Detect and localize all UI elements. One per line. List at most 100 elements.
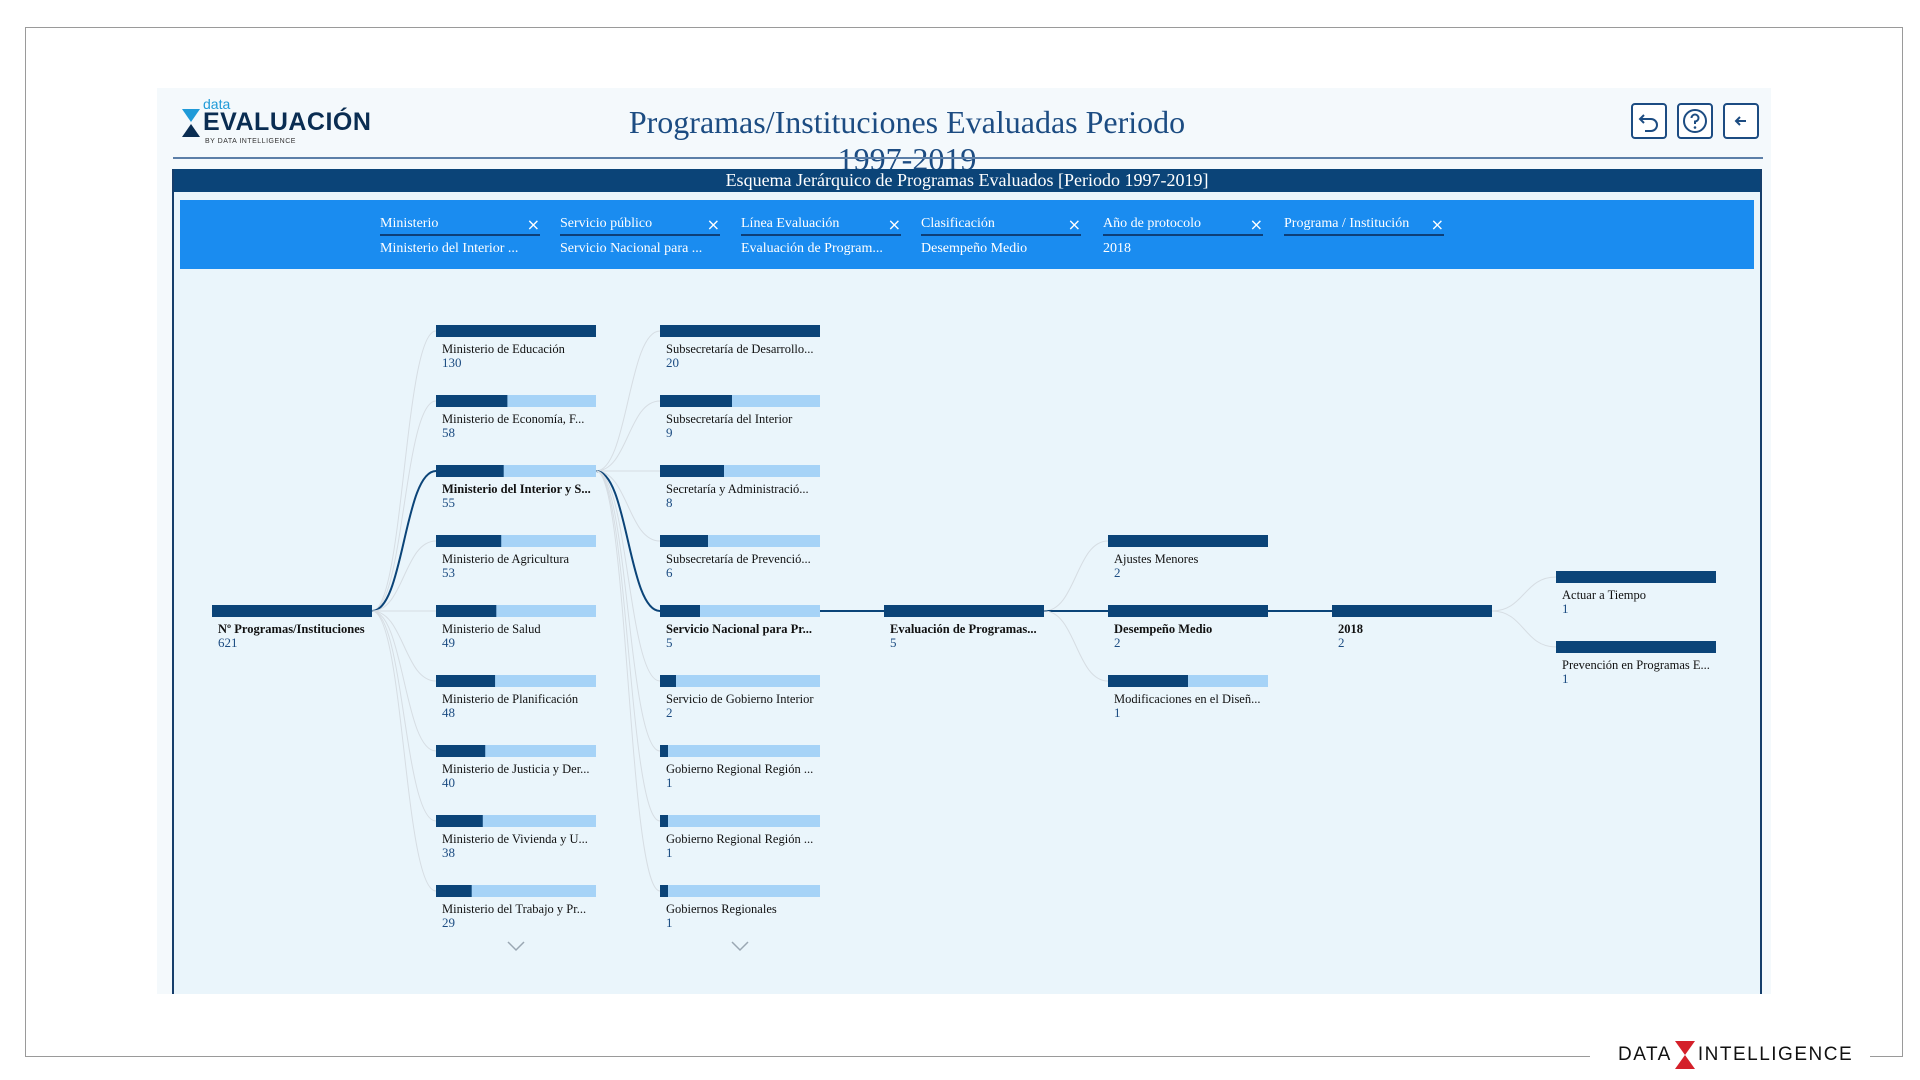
footer-brand-left: DATA xyxy=(1618,1044,1672,1065)
bar-fill xyxy=(660,395,732,407)
tree-node[interactable]: Subsecretaría de Prevenció...6 xyxy=(660,535,820,580)
undo-button[interactable] xyxy=(1631,103,1667,139)
tree-node[interactable]: Subsecretaría del Interior9 xyxy=(660,395,820,440)
tree-node[interactable]: Ministerio de Planificación48 xyxy=(436,675,596,720)
node-label: Subsecretaría de Prevenció... xyxy=(666,552,811,566)
tree-node[interactable]: Ministerio de Justicia y Der...40 xyxy=(436,745,596,790)
node-value: 5 xyxy=(666,635,673,650)
node-label: Secretaría y Administració... xyxy=(666,482,809,496)
tree-link xyxy=(1043,610,1109,682)
bar-fill xyxy=(436,605,497,617)
node-label: Servicio de Gobierno Interior xyxy=(666,692,814,706)
node-label: Evaluación de Programas... xyxy=(890,622,1037,636)
tree-node[interactable]: Actuar a Tiempo1 xyxy=(1556,571,1716,616)
chevron-down-icon[interactable] xyxy=(731,941,749,952)
node-value: 8 xyxy=(666,495,673,510)
tree-node[interactable]: Ministerio de Educación130 xyxy=(436,325,596,370)
node-label: Ministerio de Agricultura xyxy=(442,552,570,566)
bar-fill xyxy=(1556,571,1716,583)
node-label: Gobiernos Regionales xyxy=(666,902,777,916)
chevron-down-icon[interactable] xyxy=(507,941,525,952)
active-link xyxy=(371,470,437,612)
clear-filter-icon[interactable]: × xyxy=(1250,215,1263,234)
tree-node[interactable]: Ministerio de Agricultura53 xyxy=(436,535,596,580)
bar-fill xyxy=(1332,605,1492,617)
clear-filter-icon[interactable]: × xyxy=(707,215,720,234)
bar-fill xyxy=(660,605,700,617)
tree-node[interactable]: Desempeño Medio2 xyxy=(1108,605,1268,650)
node-label: Desempeño Medio xyxy=(1114,622,1212,636)
back-arrow-icon xyxy=(1734,116,1746,126)
filter-value: 2018 xyxy=(1103,241,1131,256)
tree-node[interactable]: Ministerio del Trabajo y Pr...29 xyxy=(436,885,596,930)
node-value: 40 xyxy=(442,775,455,790)
bar-track xyxy=(660,885,820,897)
bar-fill xyxy=(436,465,504,477)
bar-fill xyxy=(660,675,676,687)
filter-5[interactable]: Año de protocolo × 2018 xyxy=(1103,215,1263,257)
filter-label: Clasificación xyxy=(921,216,1081,236)
back-button[interactable] xyxy=(1723,103,1759,139)
node-value: 49 xyxy=(442,635,455,650)
tree-link xyxy=(1491,576,1557,612)
clear-filter-icon[interactable]: × xyxy=(1431,215,1444,234)
filter-1[interactable]: Ministerio × Ministerio del Interior ... xyxy=(380,215,540,257)
tree-node[interactable]: Gobierno Regional Región ...1 xyxy=(660,745,820,790)
tree-node[interactable]: Gobierno Regional Región ...1 xyxy=(660,815,820,860)
tree-canvas: Nº Programas/Instituciones621 Ministerio … xyxy=(212,325,1716,952)
filter-3[interactable]: Línea Evaluación × Evaluación de Program..… xyxy=(741,215,901,257)
tree-node[interactable]: Ministerio del Interior y S...55 xyxy=(436,465,596,510)
node-label: Nº Programas/Instituciones xyxy=(218,622,365,636)
node-label: Ministerio de Vivienda y U... xyxy=(442,832,588,846)
hierarchy-chart: Esquema Jerárquico de Programas Evaluado… xyxy=(172,169,1762,994)
node-value: 9 xyxy=(666,425,673,440)
app-logo: data EVALUACIÓN BY DATA INTELLIGENCE xyxy=(181,96,391,150)
header-divider xyxy=(173,157,1763,159)
filter-6[interactable]: Programa / Institución × xyxy=(1284,215,1444,241)
tree-node[interactable]: Ministerio de Economía, F...58 xyxy=(436,395,596,440)
tree-node[interactable]: Ministerio de Vivienda y U...38 xyxy=(436,815,596,860)
node-value: 6 xyxy=(666,565,673,580)
node-value: 53 xyxy=(442,565,455,580)
tree-node[interactable]: Evaluación de Programas...5 xyxy=(884,605,1044,650)
tree-node[interactable]: Ajustes Menores2 xyxy=(1108,535,1268,580)
node-value: 38 xyxy=(442,845,455,860)
tree-link xyxy=(595,330,661,472)
tree-node[interactable]: Modificaciones en el Diseñ...1 xyxy=(1108,675,1268,720)
tree-node[interactable]: Gobiernos Regionales1 xyxy=(660,885,820,930)
bar-fill xyxy=(436,885,472,897)
node-value: 2 xyxy=(666,705,673,720)
bar-fill xyxy=(1108,605,1268,617)
tree-link xyxy=(371,610,437,892)
help-icon xyxy=(1683,109,1707,133)
clear-filter-icon[interactable]: × xyxy=(1068,215,1081,234)
tree-node[interactable]: Servicio de Gobierno Interior2 xyxy=(660,675,820,720)
bar-fill xyxy=(660,745,668,757)
root-node[interactable]: Nº Programas/Instituciones621 xyxy=(212,605,372,650)
bar-fill xyxy=(660,885,668,897)
node-value: 20 xyxy=(666,355,679,370)
node-label: Gobierno Regional Región ... xyxy=(666,832,813,846)
clear-filter-icon[interactable]: × xyxy=(527,215,540,234)
bar-fill xyxy=(436,395,508,407)
node-label: Ministerio de Economía, F... xyxy=(442,412,584,426)
tree-node[interactable]: Servicio Nacional para Pr...5 xyxy=(660,605,820,650)
filter-label: Línea Evaluación xyxy=(741,216,901,236)
clear-filter-icon[interactable]: × xyxy=(888,215,901,234)
help-button[interactable] xyxy=(1677,103,1713,139)
tree-node[interactable]: Subsecretaría de Desarrollo...20 xyxy=(660,325,820,370)
filter-value: Servicio Nacional para ... xyxy=(560,241,703,256)
filter-value: Desempeño Medio xyxy=(921,241,1028,256)
filter-2[interactable]: Servicio público × Servicio Nacional para … xyxy=(560,215,720,257)
tree-node[interactable]: Secretaría y Administració...8 xyxy=(660,465,820,510)
node-label: Ministerio de Salud xyxy=(442,622,541,636)
node-label: Ministerio del Trabajo y Pr... xyxy=(442,902,586,916)
tree-node[interactable]: 20182 xyxy=(1332,605,1492,650)
filter-label: Ministerio xyxy=(380,216,540,236)
bowtie-logo-icon xyxy=(182,109,200,137)
tree-node[interactable]: Prevención en Programas E...1 xyxy=(1556,641,1716,686)
filter-4[interactable]: Clasificación × Desempeño Medio xyxy=(921,215,1081,257)
tree-node[interactable]: Ministerio de Salud49 xyxy=(436,605,596,650)
bar-fill xyxy=(436,815,483,827)
node-value: 2 xyxy=(1338,635,1345,650)
